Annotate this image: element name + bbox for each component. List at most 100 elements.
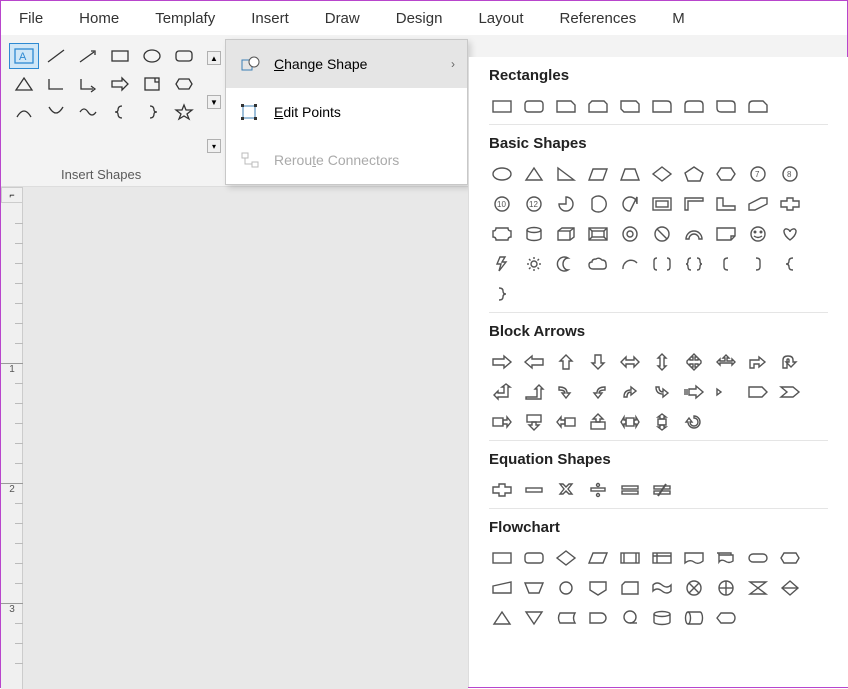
- menu-templafy[interactable]: Templafy: [137, 2, 233, 35]
- shape-block-arrow[interactable]: [105, 71, 135, 97]
- bs-double-brace[interactable]: [681, 252, 707, 276]
- ba-down-callout[interactable]: [521, 410, 547, 434]
- eq-divide[interactable]: [585, 478, 611, 502]
- ba-notched[interactable]: [713, 380, 739, 404]
- fc-direct-access[interactable]: [681, 606, 707, 630]
- ba-right-callout[interactable]: [489, 410, 515, 434]
- bs-cloud[interactable]: [585, 252, 611, 276]
- bs-lshape[interactable]: [713, 192, 739, 216]
- shape-elbow-arrow[interactable]: [73, 71, 103, 97]
- fc-document[interactable]: [681, 546, 707, 570]
- ba-leftright-callout[interactable]: [617, 410, 643, 434]
- fc-preparation[interactable]: [777, 546, 803, 570]
- ba-leftright[interactable]: [617, 350, 643, 374]
- shape-star[interactable]: [169, 99, 199, 125]
- shape-wave[interactable]: [73, 99, 103, 125]
- ba-leftup[interactable]: [489, 380, 515, 404]
- shape-brace-right[interactable]: [137, 99, 167, 125]
- bs-left-brace[interactable]: [777, 252, 803, 276]
- eq-multiply[interactable]: [553, 478, 579, 502]
- bs-folded-corner[interactable]: [713, 222, 739, 246]
- fc-manual-input[interactable]: [489, 576, 515, 600]
- bs-lightning[interactable]: [489, 252, 515, 276]
- fc-stored[interactable]: [553, 606, 579, 630]
- rect-rounded[interactable]: [521, 94, 547, 118]
- ba-down[interactable]: [585, 350, 611, 374]
- bs-double-bracket-r[interactable]: [649, 252, 675, 276]
- fc-summing[interactable]: [681, 576, 707, 600]
- bs-cube[interactable]: [553, 222, 579, 246]
- bs-half-frame[interactable]: [681, 192, 707, 216]
- shape-line[interactable]: [41, 43, 71, 69]
- bs-heptagon[interactable]: 7: [745, 162, 771, 186]
- ba-quad[interactable]: [681, 350, 707, 374]
- rect-snip2-same[interactable]: [585, 94, 611, 118]
- bs-cross[interactable]: [777, 192, 803, 216]
- fc-decision[interactable]: [553, 546, 579, 570]
- fc-extract[interactable]: [489, 606, 515, 630]
- ba-left[interactable]: [521, 350, 547, 374]
- bs-chord[interactable]: [585, 192, 611, 216]
- bs-bevel[interactable]: [585, 222, 611, 246]
- bs-decagon[interactable]: 10: [489, 192, 515, 216]
- bs-moon[interactable]: [553, 252, 579, 276]
- rect-round2-diag[interactable]: [713, 94, 739, 118]
- rect-snip1[interactable]: [553, 94, 579, 118]
- rect-plain[interactable]: [489, 94, 515, 118]
- menu-more[interactable]: M: [654, 2, 703, 35]
- eq-plus[interactable]: [489, 478, 515, 502]
- fc-offpage[interactable]: [585, 576, 611, 600]
- bs-right-bracket[interactable]: [745, 252, 771, 276]
- ba-curved-right[interactable]: [553, 380, 579, 404]
- fc-merge[interactable]: [521, 606, 547, 630]
- shape-textbox[interactable]: A: [9, 43, 39, 69]
- menu-references[interactable]: References: [542, 2, 655, 35]
- gallery-scroll-down[interactable]: ▼: [207, 95, 221, 109]
- bs-pie[interactable]: [553, 192, 579, 216]
- rect-snip-round[interactable]: [745, 94, 771, 118]
- fc-collate[interactable]: [745, 576, 771, 600]
- ba-updown[interactable]: [649, 350, 675, 374]
- menu-layout[interactable]: Layout: [460, 2, 541, 35]
- bs-teardrop[interactable]: [617, 192, 643, 216]
- shape-arc2[interactable]: [41, 99, 71, 125]
- bs-plaque[interactable]: [489, 222, 515, 246]
- ba-leftrightup[interactable]: [713, 350, 739, 374]
- bs-smiley[interactable]: [745, 222, 771, 246]
- shape-rounded-rect[interactable]: [169, 43, 199, 69]
- ba-chevron[interactable]: [777, 380, 803, 404]
- ba-quad-callout[interactable]: [649, 410, 675, 434]
- menu-draw[interactable]: Draw: [307, 2, 378, 35]
- shape-rectangle[interactable]: [105, 43, 135, 69]
- rect-snip2-diag[interactable]: [617, 94, 643, 118]
- menu-design[interactable]: Design: [378, 2, 461, 35]
- shape-arrow-line[interactable]: [73, 43, 103, 69]
- bs-sun[interactable]: [521, 252, 547, 276]
- fc-connector[interactable]: [553, 576, 579, 600]
- fc-terminate[interactable]: [745, 546, 771, 570]
- bs-right-brace[interactable]: [489, 282, 515, 306]
- bs-triangle[interactable]: [521, 162, 547, 186]
- fc-delay[interactable]: [585, 606, 611, 630]
- bs-frame[interactable]: [649, 192, 675, 216]
- ba-striped-right[interactable]: [681, 380, 707, 404]
- gallery-scroll-up[interactable]: ▲: [207, 51, 221, 65]
- fc-internal[interactable]: [649, 546, 675, 570]
- ba-bent[interactable]: [745, 350, 771, 374]
- bs-parallelogram[interactable]: [585, 162, 611, 186]
- ba-up-callout[interactable]: [585, 410, 611, 434]
- bs-dodecagon[interactable]: 12: [521, 192, 547, 216]
- fc-sort[interactable]: [777, 576, 803, 600]
- fc-manual-op[interactable]: [521, 576, 547, 600]
- bs-arc[interactable]: [617, 252, 643, 276]
- shape-oval[interactable]: [137, 43, 167, 69]
- dd-change-shape[interactable]: Change Shape ›: [226, 40, 467, 88]
- bs-donut[interactable]: [617, 222, 643, 246]
- bs-hexagon[interactable]: [713, 162, 739, 186]
- bs-octagon[interactable]: 8: [777, 162, 803, 186]
- ba-curved-down[interactable]: [649, 380, 675, 404]
- ba-circular[interactable]: [681, 410, 707, 434]
- fc-display[interactable]: [713, 606, 739, 630]
- ba-up[interactable]: [553, 350, 579, 374]
- menu-insert[interactable]: Insert: [233, 2, 307, 35]
